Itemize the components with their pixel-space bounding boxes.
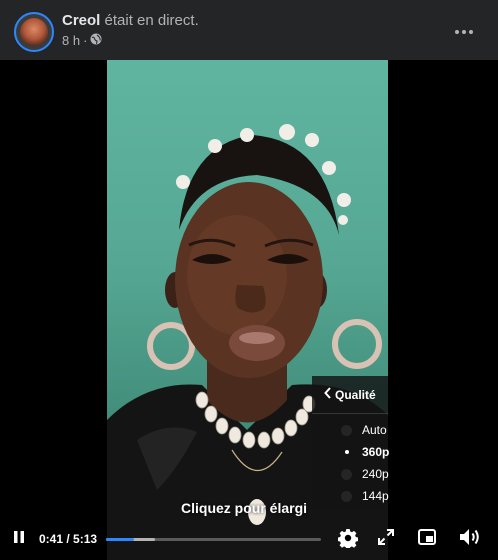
- time-separator: /: [63, 532, 74, 546]
- author-line: Creol était en direct.: [62, 12, 199, 30]
- quality-option-label: Auto: [362, 423, 387, 437]
- current-time: 0:41: [39, 532, 64, 546]
- play-pause-button[interactable]: [8, 528, 30, 550]
- progress-bar[interactable]: [106, 538, 321, 541]
- video-controls: 0:41 / 5:13: [0, 520, 498, 560]
- picture-in-picture-icon: [418, 528, 436, 550]
- quality-option-240p[interactable]: 240p: [312, 463, 389, 485]
- volume-icon: [459, 527, 483, 552]
- quality-menu-back-button[interactable]: Qualité: [312, 376, 388, 414]
- post-timestamp[interactable]: 8 h: [62, 33, 80, 48]
- volume-button[interactable]: [457, 527, 485, 551]
- picture-in-picture-button[interactable]: [416, 528, 438, 550]
- author-name[interactable]: Creol: [62, 12, 100, 29]
- meta-separator: ·: [83, 33, 88, 48]
- quality-option-label: 144p: [362, 489, 389, 503]
- duration: 5:13: [73, 532, 98, 546]
- quality-radio-selected: [341, 447, 352, 458]
- quality-menu-title: Qualité: [335, 387, 376, 402]
- chevron-left-icon: [324, 387, 335, 402]
- author-action: était en direct.: [104, 12, 199, 29]
- post-header: Creol était en direct. 8 h ·: [0, 0, 498, 60]
- more-options-button[interactable]: [448, 16, 480, 44]
- video-player[interactable]: Qualité Auto 360p 240p 144p Cliquez pour…: [0, 60, 498, 560]
- avatar[interactable]: [14, 12, 54, 52]
- more-horizontal-icon: [455, 21, 473, 39]
- quality-radio: [341, 490, 352, 502]
- time-display: 0:41 / 5:13: [39, 532, 97, 546]
- quality-option-label: 360p: [362, 445, 390, 459]
- avatar-image: [20, 18, 48, 46]
- quality-option-auto[interactable]: Auto: [312, 419, 388, 441]
- expand-icon: [378, 528, 394, 550]
- gear-icon: [337, 528, 359, 553]
- progress-played: [106, 538, 135, 541]
- video-caption[interactable]: Cliquez pour élargi: [181, 500, 311, 516]
- globe-icon: [90, 33, 102, 48]
- pause-icon: [13, 530, 25, 549]
- quality-radio: [341, 468, 352, 480]
- quality-menu: Qualité Auto 360p 240p 144p: [312, 376, 390, 508]
- quality-option-label: 240p: [362, 467, 389, 481]
- settings-button[interactable]: [336, 528, 360, 552]
- quality-option-360p[interactable]: 360p: [312, 441, 390, 463]
- fullscreen-button[interactable]: [375, 528, 397, 550]
- quality-option-144p[interactable]: 144p: [312, 485, 389, 507]
- post-meta: 8 h ·: [62, 33, 102, 48]
- quality-radio: [341, 424, 352, 436]
